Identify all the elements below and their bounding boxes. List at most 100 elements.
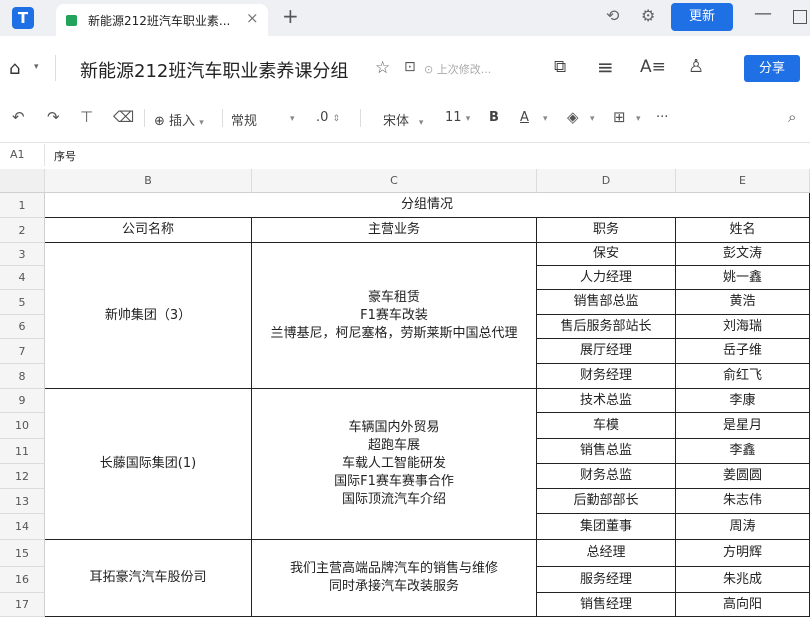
position-cell[interactable]: 服务经理 [537, 567, 676, 593]
undo-icon[interactable]: ↶ [12, 108, 25, 126]
text-color-button[interactable]: A [520, 110, 529, 125]
move-folder-icon[interactable]: ⊡ [404, 59, 416, 75]
company-cell[interactable]: 长藤国际集团(1) [45, 389, 252, 540]
insert-menu[interactable]: ⊕ 插入 ▾ [154, 110, 204, 129]
row-header[interactable]: 2 [0, 218, 45, 243]
star-icon[interactable]: ☆ [375, 58, 390, 78]
column-header-e[interactable]: E [676, 169, 810, 193]
maximize-button[interactable] [793, 10, 807, 24]
row-header[interactable]: 15 [0, 540, 45, 567]
position-cell[interactable]: 后勤部部长 [537, 489, 676, 514]
position-cell[interactable]: 销售经理 [537, 593, 676, 617]
column-header-c[interactable]: C [252, 169, 537, 193]
chevron-down-icon[interactable]: ▾ [590, 110, 595, 125]
fill-color-icon[interactable]: ◈ [567, 108, 579, 126]
row-header[interactable]: 11 [0, 439, 45, 464]
sync-icon[interactable]: ⟲ [606, 6, 619, 25]
name-cell[interactable]: 高向阳 [676, 593, 810, 617]
name-cell[interactable]: 李鑫 [676, 439, 810, 464]
document-tab[interactable]: 新能源212班汽车职业素... × [56, 4, 268, 36]
tab-close-icon[interactable]: × [246, 9, 259, 27]
row-header[interactable]: 1 [0, 193, 45, 218]
border-icon[interactable]: ⊞ [613, 108, 626, 126]
name-cell[interactable]: 方明辉 [676, 540, 810, 567]
row-header[interactable]: 8 [0, 364, 45, 389]
row-header[interactable]: 14 [0, 514, 45, 540]
text-format-icon[interactable]: A≡ [640, 57, 666, 77]
new-tab-button[interactable]: + [282, 4, 299, 28]
name-cell[interactable]: 朱兆成 [676, 567, 810, 593]
position-cell[interactable]: 售后服务部站长 [537, 315, 676, 339]
name-cell[interactable]: 李康 [676, 389, 810, 413]
position-cell[interactable]: 财务经理 [537, 364, 676, 389]
chevron-down-icon[interactable]: ▾ [34, 62, 39, 72]
spreadsheet-grid[interactable]: BCDE 1 2 3 4 5 6 7 8 9 10 11 12 13 14 15 16 17 分组情况 公司名称主… [0, 169, 810, 617]
chevron-down-icon[interactable]: ▾ [543, 110, 548, 125]
name-cell[interactable]: 姜圆圆 [676, 464, 810, 489]
name-cell[interactable]: 刘海瑞 [676, 315, 810, 339]
row-header[interactable]: 9 [0, 389, 45, 413]
name-cell[interactable]: 朱志伟 [676, 489, 810, 514]
row-header[interactable]: 6 [0, 315, 45, 339]
company-cell[interactable]: 新帅集团（3） [45, 243, 252, 389]
header-cell[interactable]: 主营业务 [252, 218, 537, 243]
position-cell[interactable]: 人力经理 [537, 266, 676, 290]
position-cell[interactable]: 财务总监 [537, 464, 676, 489]
settings-icon[interactable]: ⚙ [641, 6, 655, 25]
share-button[interactable]: 分享 [744, 55, 800, 82]
position-cell[interactable]: 集团董事 [537, 514, 676, 540]
collaborate-icon[interactable]: ♙ [688, 56, 704, 77]
format-painter-icon[interactable]: ⊤ [80, 108, 93, 126]
row-header[interactable]: 10 [0, 413, 45, 439]
business-cell[interactable]: 豪车租赁 F1赛车改装 兰博基尼，柯尼塞格，劳斯莱斯中国总代理 [252, 243, 537, 389]
document-title[interactable]: 新能源212班汽车职业素养课分组 [80, 57, 348, 83]
name-cell[interactable]: 黄浩 [676, 290, 810, 315]
name-cell[interactable]: 是星月 [676, 413, 810, 439]
business-cell[interactable]: 车辆国内外贸易 超跑车展 车载人工智能研发 国际F1赛车赛事合作 国际顶流汽车介… [252, 389, 537, 540]
position-cell[interactable]: 销售总监 [537, 439, 676, 464]
chevron-down-icon[interactable]: ▾ [290, 110, 295, 125]
row-header[interactable]: 13 [0, 489, 45, 514]
position-cell[interactable]: 展厅经理 [537, 339, 676, 364]
home-icon[interactable]: ⌂ [9, 58, 20, 79]
row-header[interactable]: 7 [0, 339, 45, 364]
header-cell[interactable]: 职务 [537, 218, 676, 243]
row-header[interactable]: 12 [0, 464, 45, 489]
header-cell[interactable]: 姓名 [676, 218, 810, 243]
formula-input[interactable]: 序号 [54, 148, 76, 164]
search-icon[interactable]: ⌕ [788, 108, 796, 126]
company-cell[interactable]: 耳拓豪汽汽车股份司 [45, 540, 252, 617]
document-edit-icon[interactable]: ⧉ [554, 57, 566, 77]
column-header-d[interactable]: D [537, 169, 676, 193]
app-logo-icon[interactable]: T [12, 7, 34, 29]
decimal-select[interactable]: .0 ⇕ [316, 110, 340, 125]
column-header-b[interactable]: B [45, 169, 252, 193]
position-cell[interactable]: 车模 [537, 413, 676, 439]
name-cell[interactable]: 彭文涛 [676, 243, 810, 266]
chevron-down-icon[interactable]: ▾ [636, 110, 641, 125]
more-button[interactable]: ··· [656, 110, 668, 125]
row-header[interactable]: 5 [0, 290, 45, 315]
row-header[interactable]: 16 [0, 567, 45, 593]
font-size-select[interactable]: 11 ▾ [445, 110, 470, 125]
row-header[interactable]: 4 [0, 266, 45, 290]
position-cell[interactable]: 技术总监 [537, 389, 676, 413]
position-cell[interactable]: 保安 [537, 243, 676, 266]
cell-reference[interactable]: A1 [10, 148, 25, 161]
name-cell[interactable]: 俞红飞 [676, 364, 810, 389]
name-cell[interactable]: 姚一鑫 [676, 266, 810, 290]
font-select[interactable]: 宋体 ▾ [383, 110, 423, 129]
select-all-corner[interactable] [0, 169, 45, 193]
minimize-button[interactable]: — [754, 3, 772, 24]
row-header[interactable]: 3 [0, 243, 45, 266]
number-format-select[interactable]: 常规 [231, 110, 257, 129]
title-cell[interactable]: 分组情况 [45, 193, 810, 218]
header-cell[interactable]: 公司名称 [45, 218, 252, 243]
business-cell[interactable]: 我们主营高端品牌汽车的销售与维修 同时承接汽车改装服务 [252, 540, 537, 617]
row-header[interactable]: 17 [0, 593, 45, 617]
name-cell[interactable]: 周涛 [676, 514, 810, 540]
bold-button[interactable]: B [489, 110, 499, 125]
clear-format-icon[interactable]: ⌫ [113, 108, 134, 126]
name-cell[interactable]: 岳子维 [676, 339, 810, 364]
update-button[interactable]: 更新 [671, 3, 733, 31]
